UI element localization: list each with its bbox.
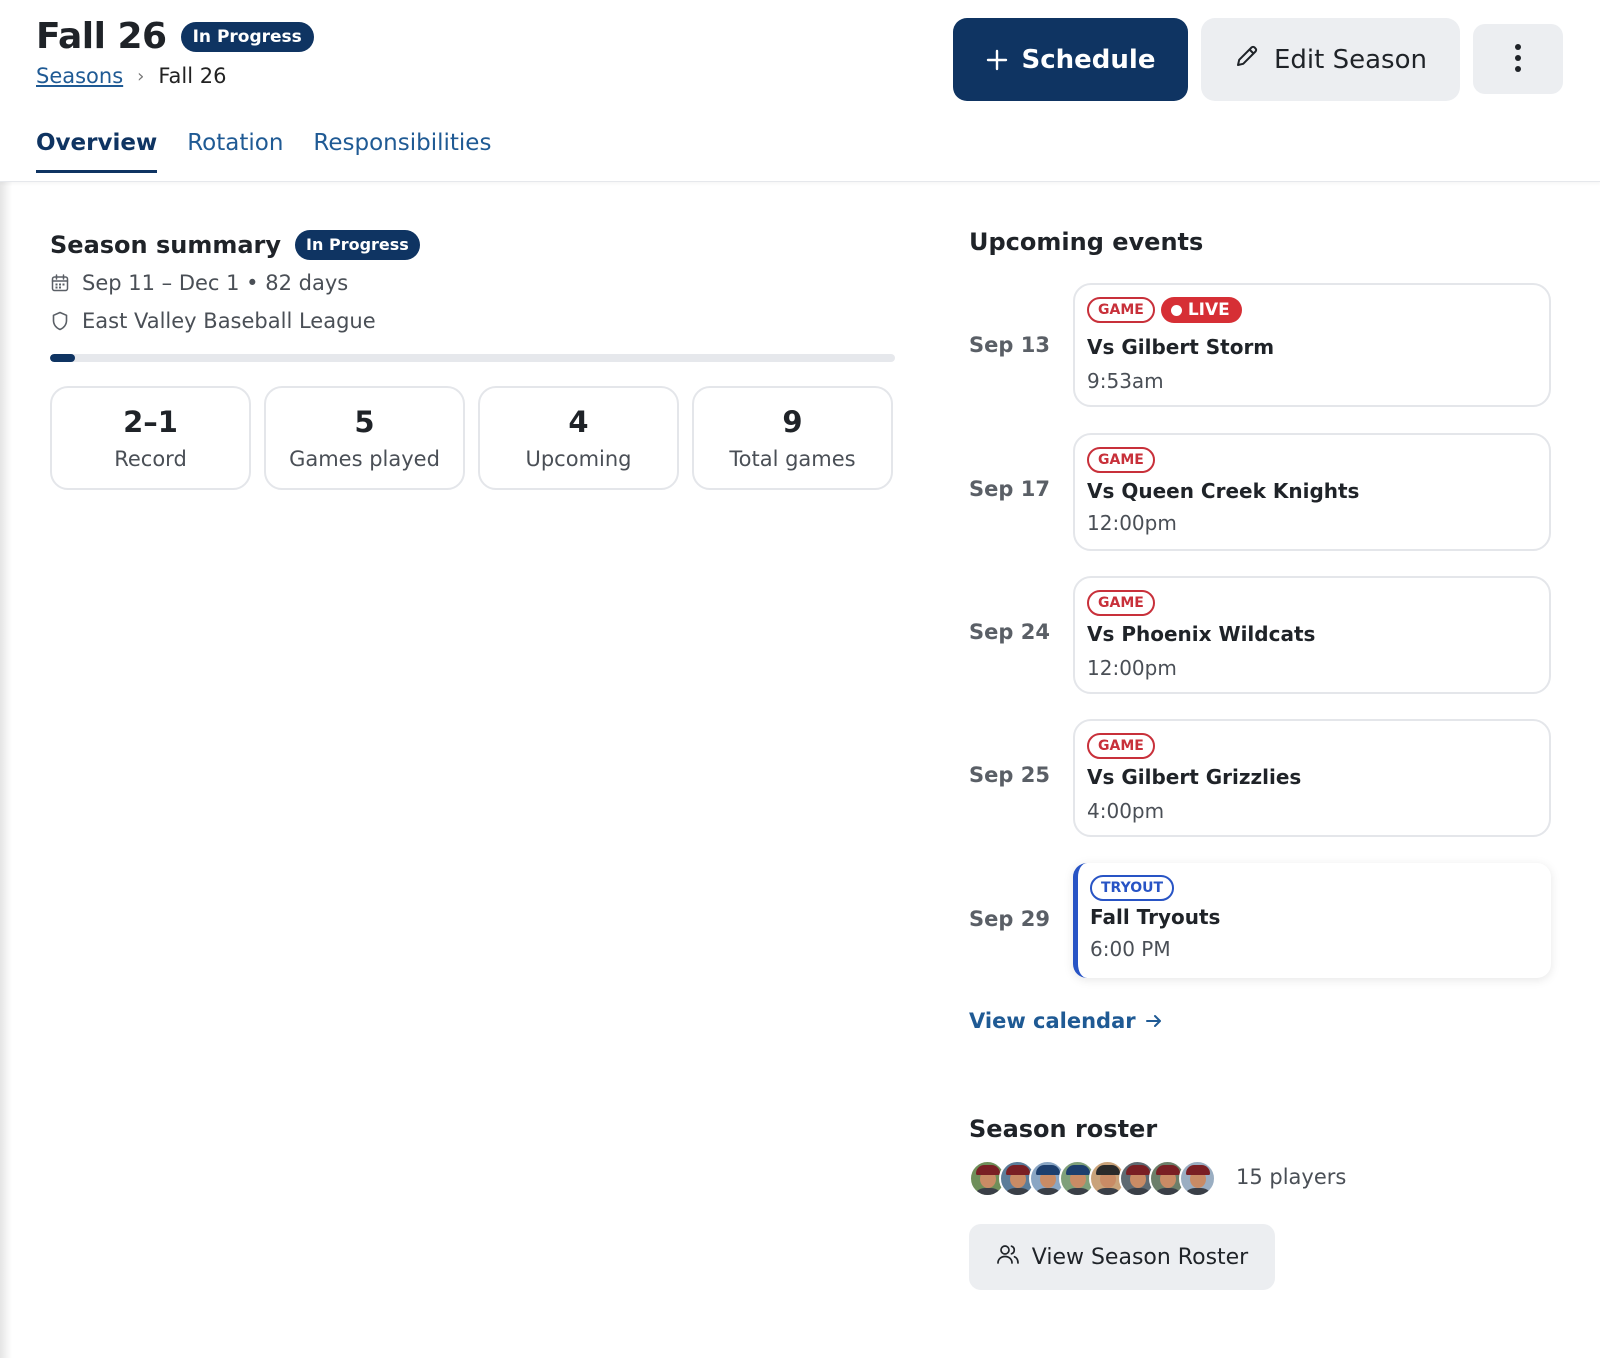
tab-overview[interactable]: Overview — [36, 130, 158, 173]
tab-bar: Overview Rotation Responsibilities — [36, 130, 491, 173]
stat-card-record: 2–1 Record — [50, 386, 251, 490]
event-badges: TRYOUT — [1090, 875, 1175, 901]
season-dates: Sep 11 – Dec 1 • 82 days — [50, 268, 895, 298]
page-header: Fall 26 In Progress Seasons › Fall 26 Sc… — [0, 0, 1600, 182]
view-calendar-link[interactable]: View calendar — [969, 1009, 1162, 1033]
event-date: Sep 13 — [969, 333, 1050, 357]
shield-icon — [50, 311, 70, 331]
event-time: 12:00pm — [1087, 656, 1177, 680]
upcoming-events-title: Upcoming events — [969, 228, 1204, 256]
stat-card-upcoming: 4 Upcoming — [478, 386, 679, 490]
calendar-icon — [50, 273, 70, 293]
event-date: Sep 25 — [969, 763, 1050, 787]
users-icon — [996, 1243, 1020, 1271]
season-progress-bar — [50, 354, 895, 362]
event-card[interactable]: GAME Vs Gilbert Grizzlies 4:00pm — [1073, 719, 1551, 837]
breadcrumb-seasons-link[interactable]: Seasons — [36, 64, 123, 88]
stat-value: 2–1 — [123, 405, 178, 439]
sidebar-shadow — [0, 182, 12, 1358]
season-league: East Valley Baseball League — [50, 306, 895, 336]
season-stats: 2–1 Record 5 Games played 4 Upcoming 9 T… — [50, 386, 895, 490]
season-league-text: East Valley Baseball League — [82, 309, 376, 333]
event-badges: GAME LIVE — [1087, 297, 1242, 323]
event-time: 6:00 PM — [1090, 937, 1171, 961]
season-dates-text: Sep 11 – Dec 1 • 82 days — [82, 271, 349, 295]
breadcrumb-separator: › — [137, 65, 145, 87]
event-badges: GAME — [1087, 590, 1155, 616]
tab-responsibilities[interactable]: Responsibilities — [313, 130, 491, 173]
stat-label: Upcoming — [525, 447, 632, 471]
tab-rotation[interactable]: Rotation — [187, 130, 283, 173]
event-time: 12:00pm — [1087, 511, 1177, 535]
event-badges: GAME — [1087, 733, 1155, 759]
season-roster: Season roster 15 players View Season Ros… — [969, 1115, 1346, 1290]
event-title: Vs Queen Creek Knights — [1087, 479, 1360, 503]
event-type-badge: TRYOUT — [1090, 875, 1175, 901]
stat-card-games-played: 5 Games played — [264, 386, 465, 490]
breadcrumb: Seasons › Fall 26 — [36, 64, 226, 88]
stat-value: 9 — [782, 405, 803, 439]
live-badge-label: LIVE — [1187, 300, 1230, 320]
event-type-badge: GAME — [1087, 297, 1155, 323]
event-time: 4:00pm — [1087, 799, 1165, 823]
live-badge: LIVE — [1160, 297, 1242, 323]
more-options-button[interactable] — [1473, 24, 1563, 94]
schedule-button-label: Schedule — [1021, 44, 1156, 75]
event-title: Fall Tryouts — [1090, 905, 1221, 929]
event-card-tryout[interactable]: TRYOUT Fall Tryouts 6:00 PM — [1073, 863, 1551, 978]
status-badge: In Progress — [180, 21, 314, 52]
event-title: Vs Gilbert Storm — [1087, 335, 1275, 359]
upcoming-events: Upcoming events Sep 13 GAME LIVE Vs Gilb… — [969, 228, 1551, 978]
season-summary: Season summary In Progress Sep 11 – Dec … — [50, 230, 895, 490]
stat-label: Total games — [729, 447, 856, 471]
roster-player-count: 15 players — [1236, 1165, 1347, 1189]
breadcrumb-current: Fall 26 — [158, 64, 227, 88]
plus-icon — [986, 44, 1008, 76]
event-date: Sep 17 — [969, 477, 1050, 501]
avatar-stack[interactable] — [969, 1160, 1216, 1197]
event-card[interactable]: GAME LIVE Vs Gilbert Storm 9:53am — [1073, 283, 1551, 407]
season-progress-fill — [50, 354, 76, 362]
avatar — [1179, 1160, 1216, 1197]
event-card[interactable]: GAME Vs Phoenix Wildcats 12:00pm — [1073, 576, 1551, 694]
event-type-badge: GAME — [1087, 590, 1155, 616]
event-title: Vs Gilbert Grizzlies — [1087, 765, 1302, 789]
season-roster-title: Season roster — [969, 1115, 1158, 1143]
page-title: Fall 26 — [36, 16, 167, 57]
event-time: 9:53am — [1087, 369, 1164, 393]
event-date: Sep 29 — [969, 907, 1050, 931]
stat-value: 5 — [354, 405, 375, 439]
view-season-roster-button[interactable]: View Season Roster — [969, 1224, 1275, 1290]
stat-label: Record — [114, 447, 187, 471]
live-dot-icon — [1170, 304, 1182, 316]
season-summary-header: Season summary In Progress — [50, 230, 895, 260]
event-title: Vs Phoenix Wildcats — [1087, 622, 1316, 646]
arrow-right-icon — [1145, 1009, 1162, 1033]
season-summary-title: Season summary — [50, 231, 282, 259]
edit-season-button-label: Edit Season — [1274, 44, 1427, 75]
pencil-icon — [1234, 43, 1260, 76]
event-type-badge: GAME — [1087, 447, 1155, 473]
event-date: Sep 24 — [969, 620, 1050, 644]
event-card[interactable]: GAME Vs Queen Creek Knights 12:00pm — [1073, 433, 1551, 551]
schedule-button[interactable]: Schedule — [953, 18, 1188, 101]
status-badge: In Progress — [295, 230, 420, 260]
title-row: Fall 26 In Progress — [36, 16, 314, 57]
stat-card-total-games: 9 Total games — [692, 386, 893, 490]
stat-label: Games played — [289, 447, 440, 471]
edit-season-button[interactable]: Edit Season — [1201, 18, 1460, 101]
stat-value: 4 — [568, 405, 589, 439]
kebab-menu-icon — [1514, 43, 1522, 76]
event-type-badge: GAME — [1087, 733, 1155, 759]
view-calendar-label: View calendar — [969, 1009, 1136, 1033]
event-badges: GAME — [1087, 447, 1155, 473]
view-season-roster-label: View Season Roster — [1031, 1244, 1249, 1270]
